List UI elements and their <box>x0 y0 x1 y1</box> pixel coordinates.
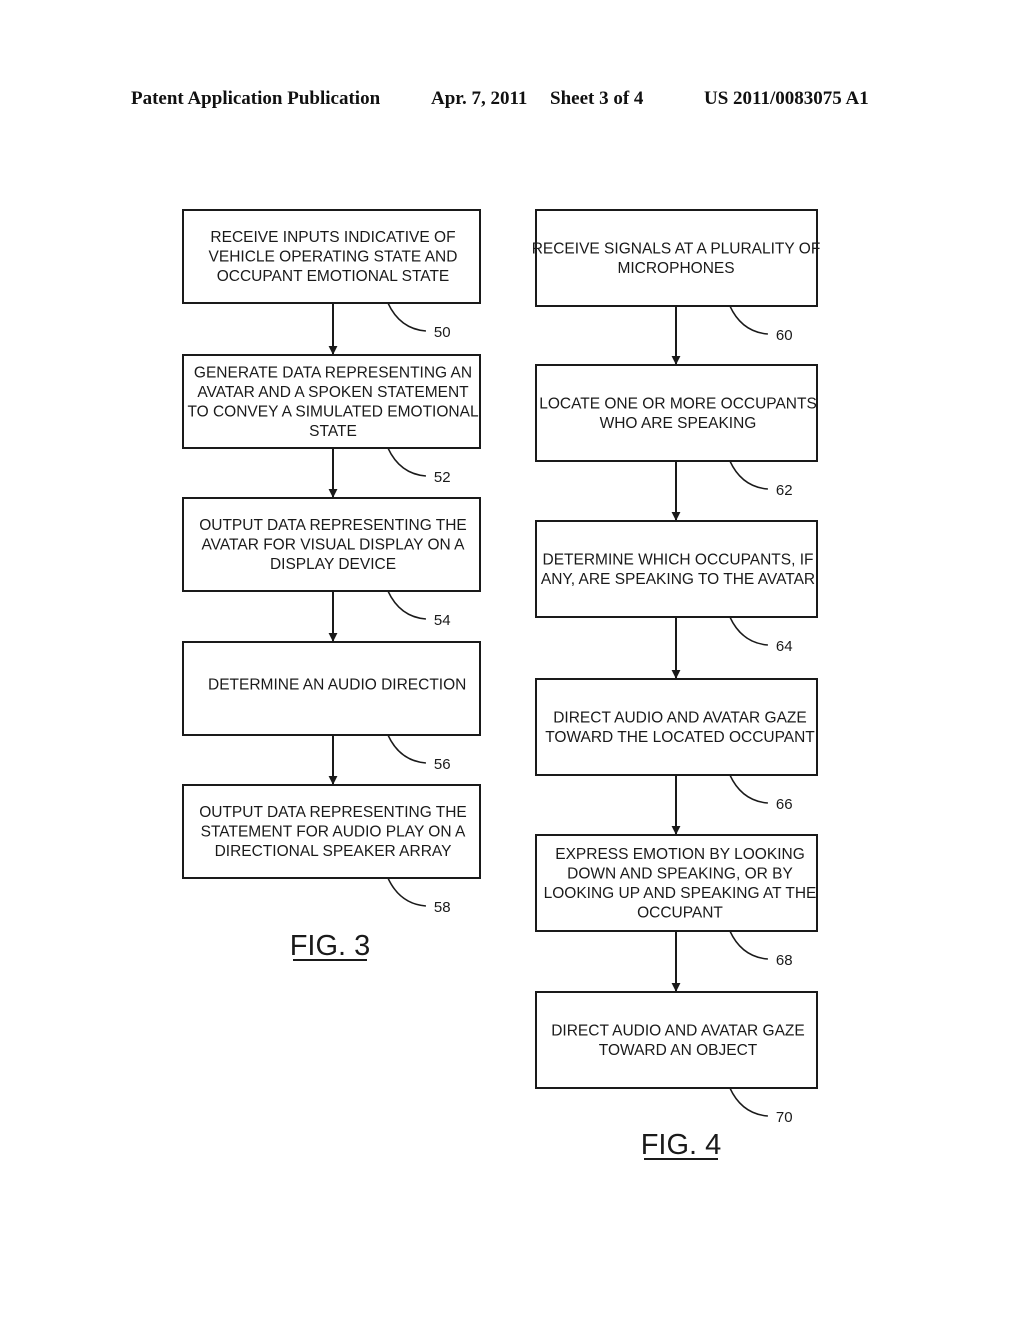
flowchart-canvas: RECEIVE INPUTS INDICATIVE OF VEHICLE OPER… <box>182 209 821 1161</box>
step-text-line: STATEMENT FOR AUDIO PLAY ON A <box>201 824 466 841</box>
reference-leader-line <box>387 734 426 764</box>
step-text-line: OCCUPANT EMOTIONAL STATE <box>217 268 450 285</box>
reference-numeral: 64 <box>776 638 793 655</box>
reference-numeral: 62 <box>776 482 793 499</box>
step-text-line: TOWARD AN OBJECT <box>599 1042 758 1059</box>
step-text-line: TOWARD THE LOCATED OCCUPANT <box>545 729 815 746</box>
reference-leader-line <box>387 302 426 332</box>
reference-leader-line <box>729 460 768 490</box>
step-box <box>535 520 818 618</box>
step-text-line: EXPRESS EMOTION BY LOOKING <box>555 846 805 863</box>
step-text-line: LOOKING UP AND SPEAKING AT THE <box>544 885 817 902</box>
reference-numeral: 60 <box>776 327 793 344</box>
flowchart-step: DETERMINE AN AUDIO DIRECTION 56 <box>182 641 481 773</box>
step-text-line: DIRECT AUDIO AND AVATAR GAZE <box>553 709 807 726</box>
step-box <box>535 364 818 462</box>
step-text-line: VEHICLE OPERATING STATE AND <box>209 249 458 266</box>
step-text-line: DIRECT AUDIO AND AVATAR GAZE <box>551 1022 805 1039</box>
step-text-line: LOCATE ONE OR MORE OCCUPANTS <box>539 395 817 412</box>
step-text-line: DETERMINE WHICH OCCUPANTS, IF <box>543 551 814 568</box>
reference-leader-line <box>387 447 426 477</box>
step-box <box>535 678 818 776</box>
step-text-line: DIRECTIONAL SPEAKER ARRAY <box>215 843 452 860</box>
step-text-line: OUTPUT DATA REPRESENTING THE <box>199 517 467 534</box>
step-text-line: TO CONVEY A SIMULATED EMOTIONAL <box>187 403 479 420</box>
reference-leader-line <box>387 590 426 620</box>
reference-numeral: 50 <box>434 324 451 341</box>
step-text-line: OCCUPANT <box>637 904 723 921</box>
flowchart-step: OUTPUT DATA REPRESENTING THE AVATAR FOR V… <box>182 497 481 629</box>
figure-label: FIG. 4 <box>641 1129 722 1161</box>
step-text-line: DISPLAY DEVICE <box>270 556 396 573</box>
reference-leader-line <box>729 1087 768 1117</box>
step-text-line: DOWN AND SPEAKING, OR BY <box>567 865 793 882</box>
step-text-line: GENERATE DATA REPRESENTING AN <box>194 364 472 381</box>
flowchart-step: RECEIVE INPUTS INDICATIVE OF VEHICLE OPER… <box>182 209 481 341</box>
flowchart-step: OUTPUT DATA REPRESENTING THE STATEMENT FO… <box>182 784 481 916</box>
flowchart-step: DIRECT AUDIO AND AVATAR GAZE TOWARD AN OB… <box>535 991 818 1126</box>
reference-numeral: 58 <box>434 899 451 916</box>
step-box <box>535 991 818 1089</box>
reference-numeral: 70 <box>776 1109 793 1126</box>
reference-numeral: 54 <box>434 612 451 629</box>
reference-numeral: 52 <box>434 469 451 486</box>
step-text-line: OUTPUT DATA REPRESENTING THE <box>199 804 467 821</box>
reference-numeral: 56 <box>434 756 451 773</box>
step-text-line: ANY, ARE SPEAKING TO THE AVATAR <box>541 571 815 588</box>
step-text-line: RECEIVE INPUTS INDICATIVE OF <box>210 229 455 246</box>
reference-leader-line <box>729 305 768 335</box>
step-box <box>535 209 818 307</box>
step-text-line: AVATAR AND A SPOKEN STATEMENT <box>197 384 469 401</box>
reference-leader-line <box>729 616 768 646</box>
step-text-line: DETERMINE AN AUDIO DIRECTION <box>208 677 466 694</box>
reference-numeral: 68 <box>776 952 793 969</box>
step-text-line: MICROPHONES <box>617 260 734 277</box>
reference-numeral: 66 <box>776 796 793 813</box>
reference-leader-line <box>729 774 768 804</box>
step-text-line: AVATAR FOR VISUAL DISPLAY ON A <box>201 537 465 554</box>
figure-label: FIG. 3 <box>290 930 371 962</box>
step-text-line: STATE <box>309 423 357 440</box>
flowchart-step: GENERATE DATA REPRESENTING AN AVATAR AND … <box>182 354 481 486</box>
fig-3-flowchart: RECEIVE INPUTS INDICATIVE OF VEHICLE OPER… <box>182 209 481 962</box>
fig-4-flowchart: RECEIVE SIGNALS AT A PLURALITY OF MICROPH… <box>532 209 821 1161</box>
step-text-line: RECEIVE SIGNALS AT A PLURALITY OF <box>532 240 821 257</box>
reference-leader-line <box>729 930 768 960</box>
step-text-line: WHO ARE SPEAKING <box>600 415 757 432</box>
reference-leader-line <box>387 877 426 907</box>
